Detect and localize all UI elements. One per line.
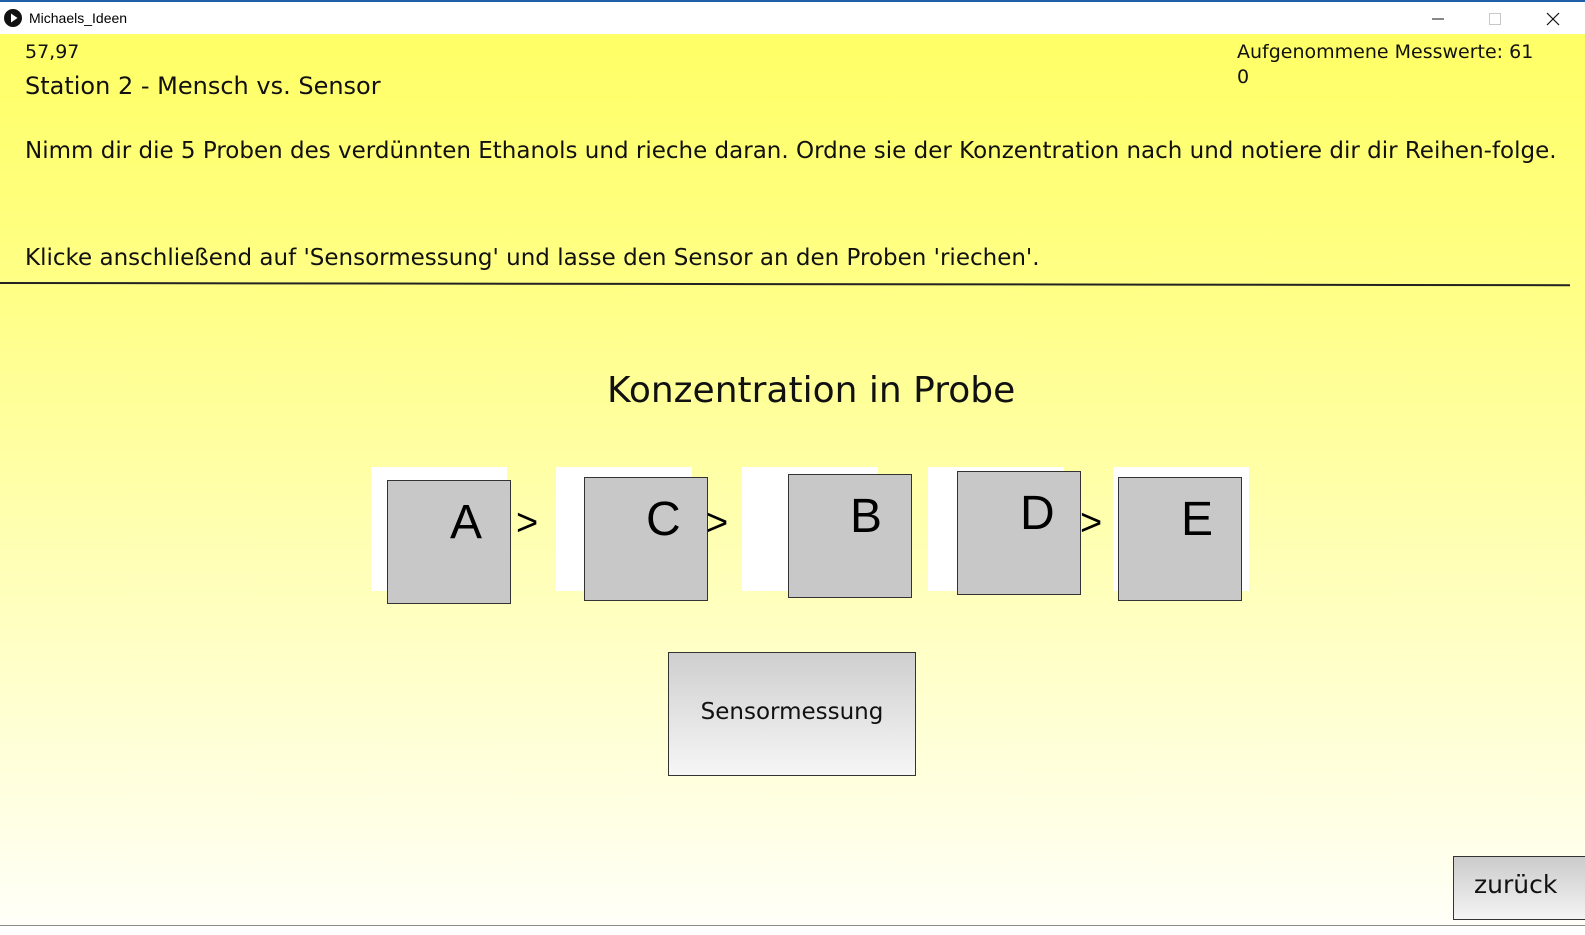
window-bottom-edge [0,925,1585,935]
greater-than-sign: > [1080,502,1103,544]
app-play-icon [4,9,22,27]
title-bar: Michaels_Ideen [0,0,1585,34]
sample-box-label: B [850,490,883,543]
sample-box-label: E [1181,493,1214,546]
sample-box-label: C [646,493,681,546]
instruction-text-2: Klicke anschließend auf 'Sensormessung' … [25,245,1040,271]
greater-than-sign: > [706,502,729,544]
instruction-text: Nimm dir die 5 Proben des verdünnten Eth… [25,138,1557,164]
close-button[interactable] [1533,6,1573,32]
separator-line [0,282,1570,287]
fps-readout: 57,97 [25,41,80,63]
maximize-button[interactable] [1475,6,1515,32]
sample-box-label: A [450,496,483,549]
window-title: Michaels_Ideen [29,10,128,26]
station-title: Station 2 - Mensch vs. Sensor [25,72,381,100]
sample-box-1[interactable]: A [387,480,511,604]
ranking-heading: Konzentration in Probe [607,370,1016,411]
sample-box-label: D [1020,487,1055,540]
back-button[interactable]: zurück [1453,856,1585,920]
sensor-measurement-button[interactable]: Sensormessung [668,652,916,776]
minimize-button[interactable] [1418,6,1458,32]
measurements-count-label: Aufgenommene Messwerte: 61 [1237,41,1534,63]
measurements-value: 0 [1237,66,1250,88]
sample-box-2[interactable]: C [584,477,708,601]
sample-box-4[interactable]: D [957,471,1081,595]
greater-than-sign: > [516,502,539,544]
sample-box-3[interactable]: B [788,474,912,598]
sample-box-5[interactable]: E [1118,477,1242,601]
app-canvas: 57,97 Station 2 - Mensch vs. Sensor Aufg… [0,34,1585,925]
